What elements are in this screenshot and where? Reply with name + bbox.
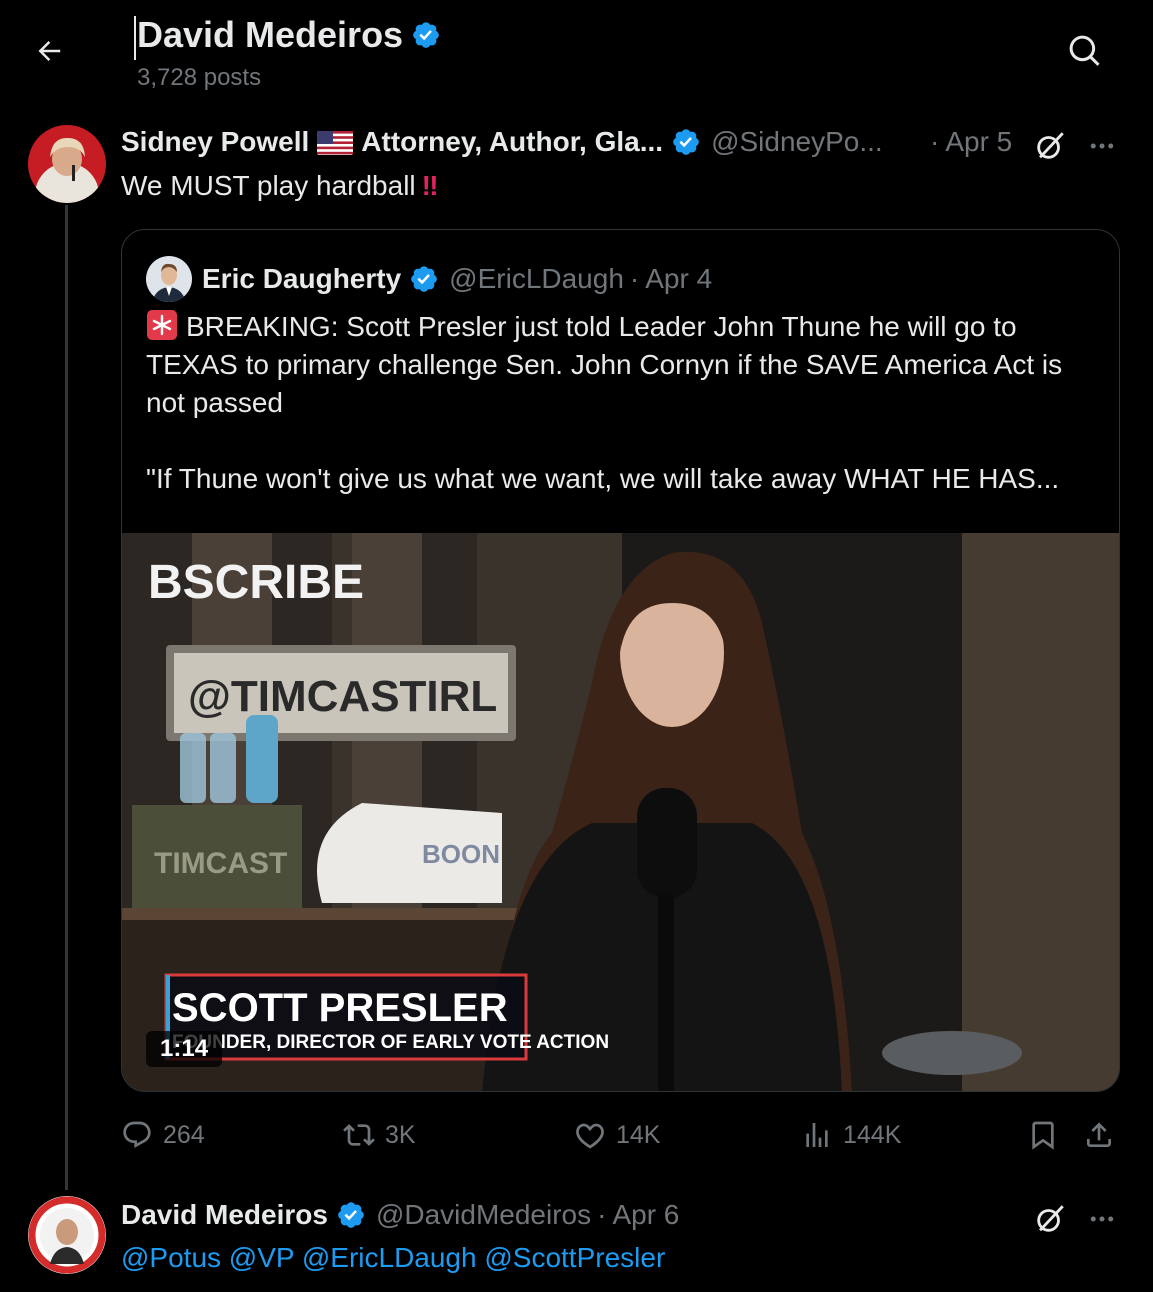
more-horizontal-icon — [1090, 1216, 1114, 1222]
bookmark-icon — [1032, 1121, 1054, 1150]
us-flag-icon — [317, 130, 354, 155]
more-horizontal-icon — [1090, 143, 1114, 149]
separator-dot: · — [629, 263, 640, 294]
quoted-paragraph-2: "If Thune won't give us what we want, we… — [146, 463, 1060, 494]
search-icon — [1069, 35, 1100, 66]
repost-icon — [343, 1124, 375, 1146]
analytics-icon — [806, 1123, 828, 1147]
repost-button[interactable]: 3K — [343, 1110, 416, 1160]
reply-author-name[interactable]: David Medeiros — [121, 1199, 328, 1231]
reply-post-time[interactable]: Apr 6 — [612, 1199, 679, 1231]
main-post-body: We MUST play hardball — [121, 170, 416, 201]
verified-badge-icon — [336, 1200, 366, 1230]
author-name[interactable]: Sidney Powell — [121, 126, 309, 158]
author-handle[interactable]: @SidneyPo... — [711, 126, 883, 158]
post-time[interactable]: Apr 5 — [945, 126, 1012, 158]
quoted-post-header: Eric Daugherty @EricLDaugh · Apr 4 — [146, 256, 712, 302]
thread-connector-line — [65, 205, 68, 1190]
main-post-header: Sidney Powell Attorney, Author, Gla... @… — [121, 126, 883, 158]
separator-dot: · — [930, 126, 940, 157]
quoted-post-time[interactable]: Apr 4 — [645, 263, 712, 295]
share-button[interactable] — [1083, 1110, 1125, 1160]
quoted-post-text: BREAKING: Scott Presler just told Leader… — [146, 308, 1101, 498]
double-exclamation-emoji: ‼ — [421, 170, 439, 201]
quoted-author-name[interactable]: Eric Daugherty — [202, 263, 401, 295]
verified-badge-icon — [671, 127, 701, 157]
quoted-post-card[interactable]: Eric Daugherty @EricLDaugh · Apr 4 BREAK… — [121, 229, 1120, 1092]
siren-emoji-icon — [146, 309, 178, 341]
david-medeiros-avatar[interactable] — [28, 1196, 106, 1274]
main-post-time-group: · Apr 5 — [924, 126, 1012, 158]
video-frame: BSCRIBE @TIMCASTIRL TIMCAST BOON SCOTT P… — [122, 533, 1119, 1091]
quoted-paragraph-1: BREAKING: Scott Presler just told Leader… — [146, 308, 1101, 422]
view-count: 144K — [843, 1120, 902, 1149]
subscribe-overlay-text: BSCRIBE — [148, 556, 364, 609]
quoted-author-handle[interactable]: @EricLDaugh — [449, 263, 624, 295]
profile-header: David Medeiros 3,728 posts — [0, 0, 1153, 110]
main-post-text: We MUST play hardball ‼ — [121, 170, 439, 202]
grok-button[interactable] — [1030, 126, 1070, 166]
verified-badge-icon — [411, 20, 441, 50]
board-text: BOON — [422, 839, 500, 869]
sidney-powell-avatar[interactable] — [28, 125, 106, 203]
more-options-button[interactable] — [1082, 126, 1122, 166]
timcast-sign-text: @TIMCASTIRL — [188, 672, 497, 721]
video-player[interactable]: BSCRIBE @TIMCASTIRL TIMCAST BOON SCOTT P… — [122, 533, 1119, 1091]
search-button[interactable] — [1062, 28, 1108, 74]
grok-button[interactable] — [1030, 1199, 1070, 1239]
arrow-left-icon — [38, 41, 61, 61]
reply-mentions[interactable]: @Potus @VP @EricLDaugh @ScottPresler — [121, 1242, 665, 1274]
video-duration: 1:14 — [146, 1031, 223, 1067]
reply-count: 264 — [163, 1120, 205, 1149]
views-button[interactable]: 144K — [801, 1110, 901, 1160]
share-icon — [1087, 1122, 1111, 1147]
reply-author-handle[interactable]: @DavidMedeiros — [376, 1199, 591, 1231]
post-action-bar: 264 3K 14K 144K — [121, 1110, 1120, 1160]
header-name: David Medeiros — [137, 14, 404, 55]
grok-icon — [1037, 132, 1064, 159]
separator-dot: · — [597, 1199, 607, 1230]
back-button[interactable] — [28, 30, 70, 72]
repost-count: 3K — [385, 1120, 416, 1149]
like-count: 14K — [616, 1120, 661, 1149]
reply-icon — [123, 1121, 151, 1148]
grok-icon — [1037, 1205, 1064, 1232]
heart-icon — [576, 1123, 604, 1149]
posts-count: 3,728 posts — [137, 64, 262, 91]
eric-daugherty-avatar — [146, 256, 192, 302]
reply-button[interactable]: 264 — [121, 1110, 205, 1160]
page-title: David Medeiros — [134, 14, 441, 60]
bookmark-button[interactable] — [1027, 1110, 1069, 1160]
verified-badge-icon — [409, 264, 439, 294]
timcast-box-text: TIMCAST — [154, 847, 287, 880]
like-button[interactable]: 14K — [574, 1110, 660, 1160]
author-bio[interactable]: Attorney, Author, Gla... — [361, 126, 663, 158]
lower-third-name: SCOTT PRESLER — [172, 986, 508, 1030]
more-options-button[interactable] — [1082, 1199, 1122, 1239]
lower-third-title: FOUNDER, DIRECTOR OF EARLY VOTE ACTION — [172, 1032, 609, 1053]
quoted-paragraph-1-text: BREAKING: Scott Presler just told Leader… — [146, 311, 1063, 418]
reply-post-header: David Medeiros @DavidMedeiros · Apr 6 — [121, 1199, 679, 1231]
text-cursor — [134, 16, 136, 60]
